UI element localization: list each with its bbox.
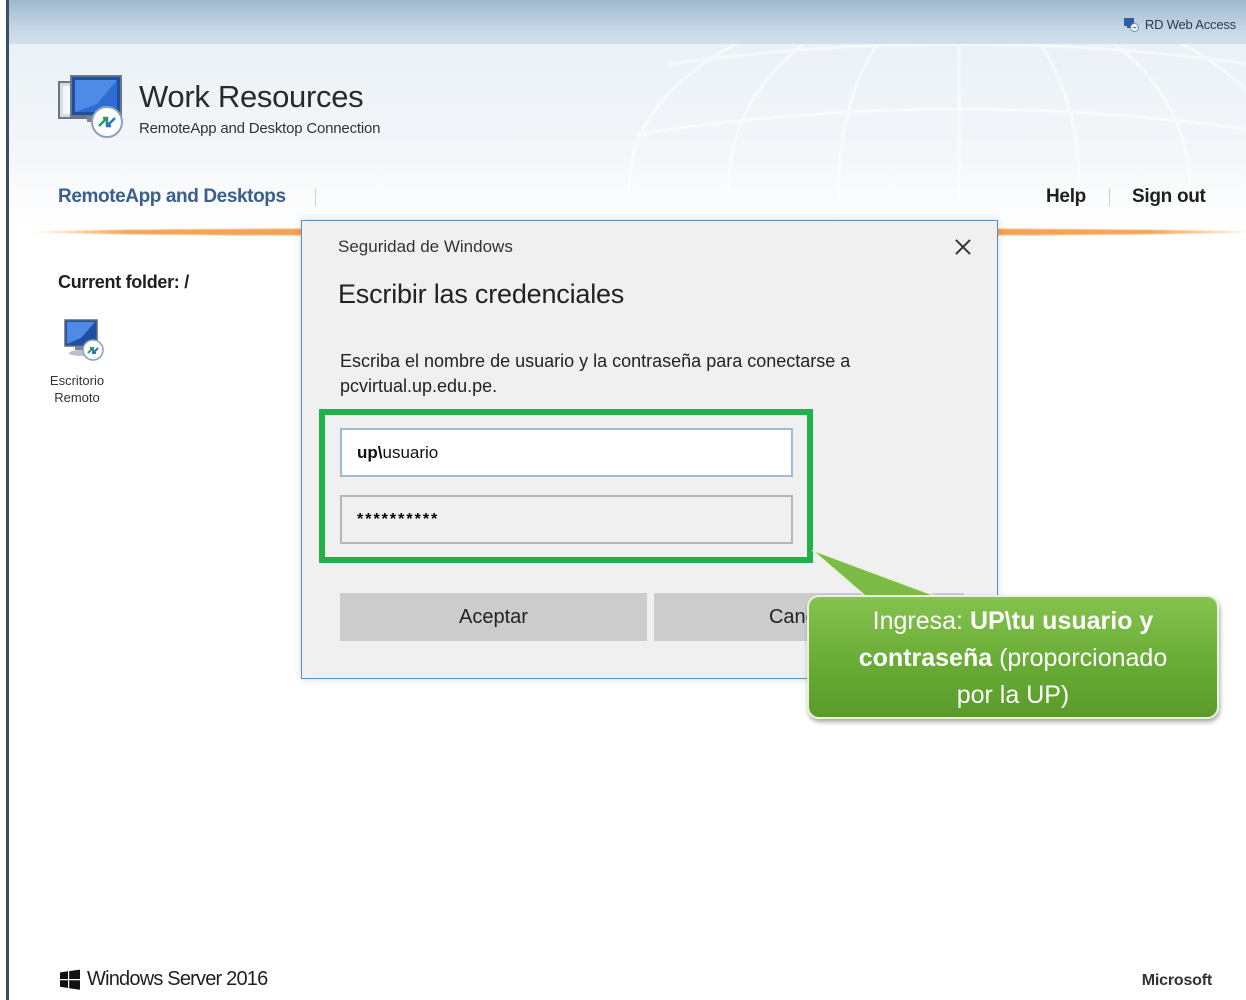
rd-web-access-brand: RD Web Access — [1123, 16, 1236, 32]
footer-windows-server: Windows Server 2016 — [59, 968, 268, 991]
app-title: Work Resources — [139, 79, 364, 114]
remote-desktop-label-line1: Escritorio — [49, 373, 105, 388]
nav-remoteapp-desktops[interactable]: RemoteApp and Desktops — [58, 186, 286, 208]
rd-web-access-label: RD Web Access — [1144, 16, 1236, 32]
dialog-message: Escriba el nombre de usuario y la contra… — [340, 351, 851, 396]
nav-help-link[interactable]: Help — [1046, 186, 1086, 208]
callout-line2: contraseña (proporcionado — [858, 644, 1168, 672]
close-icon[interactable] — [949, 233, 977, 261]
app-subtitle: RemoteApp and Desktop Connection — [139, 120, 381, 137]
nav-divider — [315, 188, 316, 206]
callout-line3: por la UP) — [956, 681, 1070, 709]
credentials-highlight-box — [319, 409, 813, 563]
windows-server-label: Windows Server 2016 — [87, 968, 268, 990]
callout-line1: Ingresa: UP\tu usuario y — [872, 607, 1154, 635]
ok-button[interactable]: Aceptar — [340, 593, 647, 641]
remote-desktop-label-line2: Remoto — [54, 390, 100, 405]
instruction-callout: Ingresa: UP\tu usuario y contraseña (pro… — [807, 595, 1219, 719]
windows-logo-icon — [60, 969, 80, 990]
rd-web-access-icon — [1123, 16, 1139, 32]
remote-desktop-label[interactable]: Escritorio Remoto — [37, 372, 117, 406]
top-bar: RD Web Access — [9, 0, 1246, 44]
work-resources-logo — [57, 74, 129, 140]
nav-divider — [1109, 188, 1110, 206]
remote-desktop-icon[interactable] — [61, 318, 107, 364]
window-left-edge — [0, 0, 9, 1000]
current-folder-label: Current folder: / — [58, 272, 189, 292]
nav-signout-link[interactable]: Sign out — [1132, 186, 1206, 208]
dialog-caption: Seguridad de Windows — [338, 237, 513, 256]
microsoft-label: Microsoft — [1141, 972, 1212, 989]
dialog-heading: Escribir las credenciales — [338, 279, 625, 309]
